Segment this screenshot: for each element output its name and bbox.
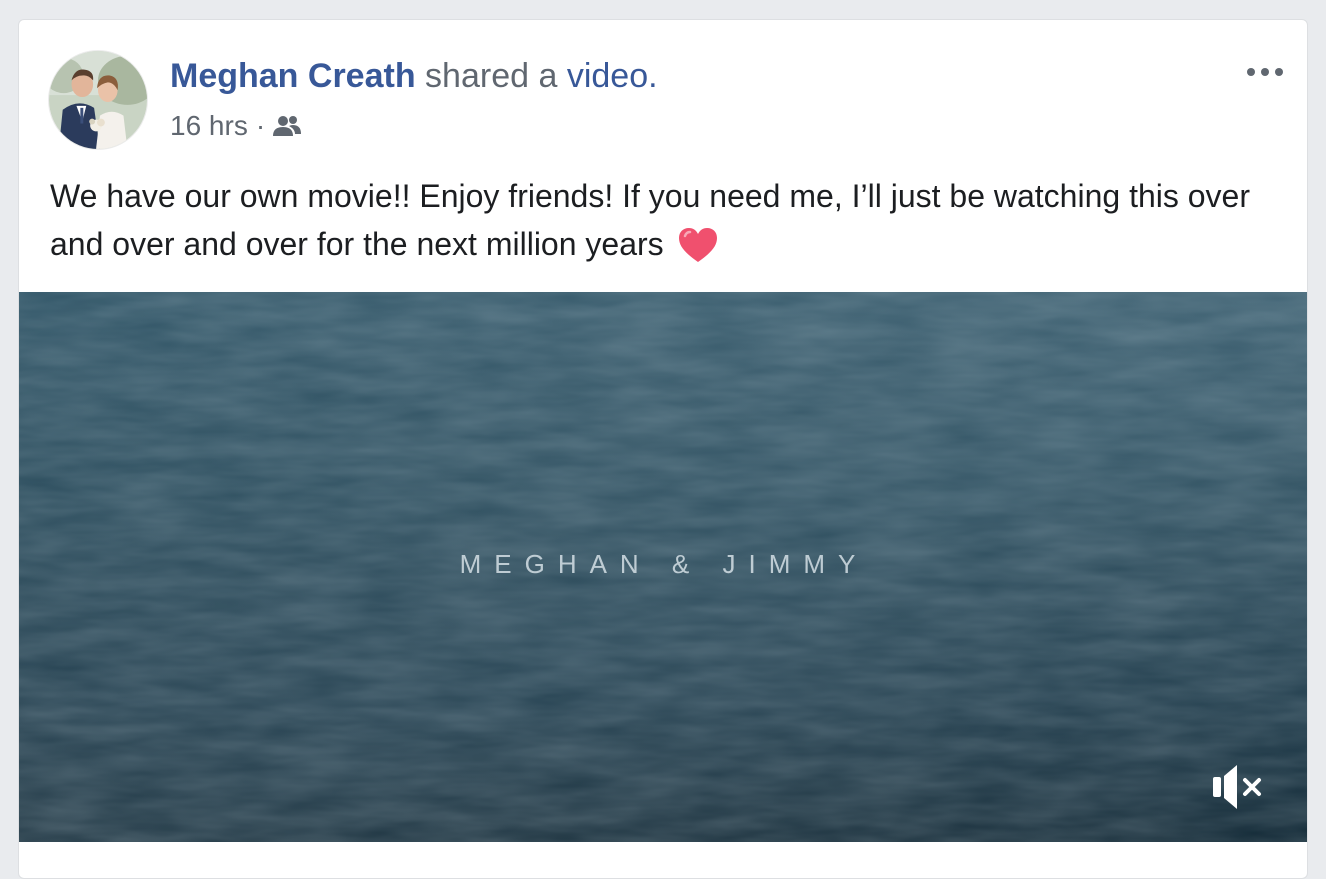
heart-emoji [678,228,717,262]
post-timestamp[interactable]: 16 hrs [170,108,248,144]
friends-icon[interactable] [271,112,303,140]
action-text: shared a [425,57,558,95]
post-header: Meghan Creath shared a video. [170,54,658,98]
post-card: Meghan Creath shared a video. 16 hrs · W… [18,19,1308,879]
avatar-photo [49,51,147,149]
post-meta: 16 hrs · [170,108,303,144]
more-options-icon[interactable] [1243,58,1287,86]
muted-speaker-icon[interactable] [1209,760,1269,814]
post-body: We have our own movie!! Enjoy friends! I… [50,172,1280,268]
author-avatar[interactable] [48,50,148,150]
meta-separator: · [255,110,266,141]
post-body-text: We have our own movie!! Enjoy friends! I… [50,178,1250,262]
video-player[interactable]: MEGHAN & JIMMY [19,292,1307,842]
author-name-link[interactable]: Meghan Creath [170,57,416,95]
video-link[interactable]: video. [567,57,658,95]
video-title-overlay: MEGHAN & JIMMY [459,549,869,579]
